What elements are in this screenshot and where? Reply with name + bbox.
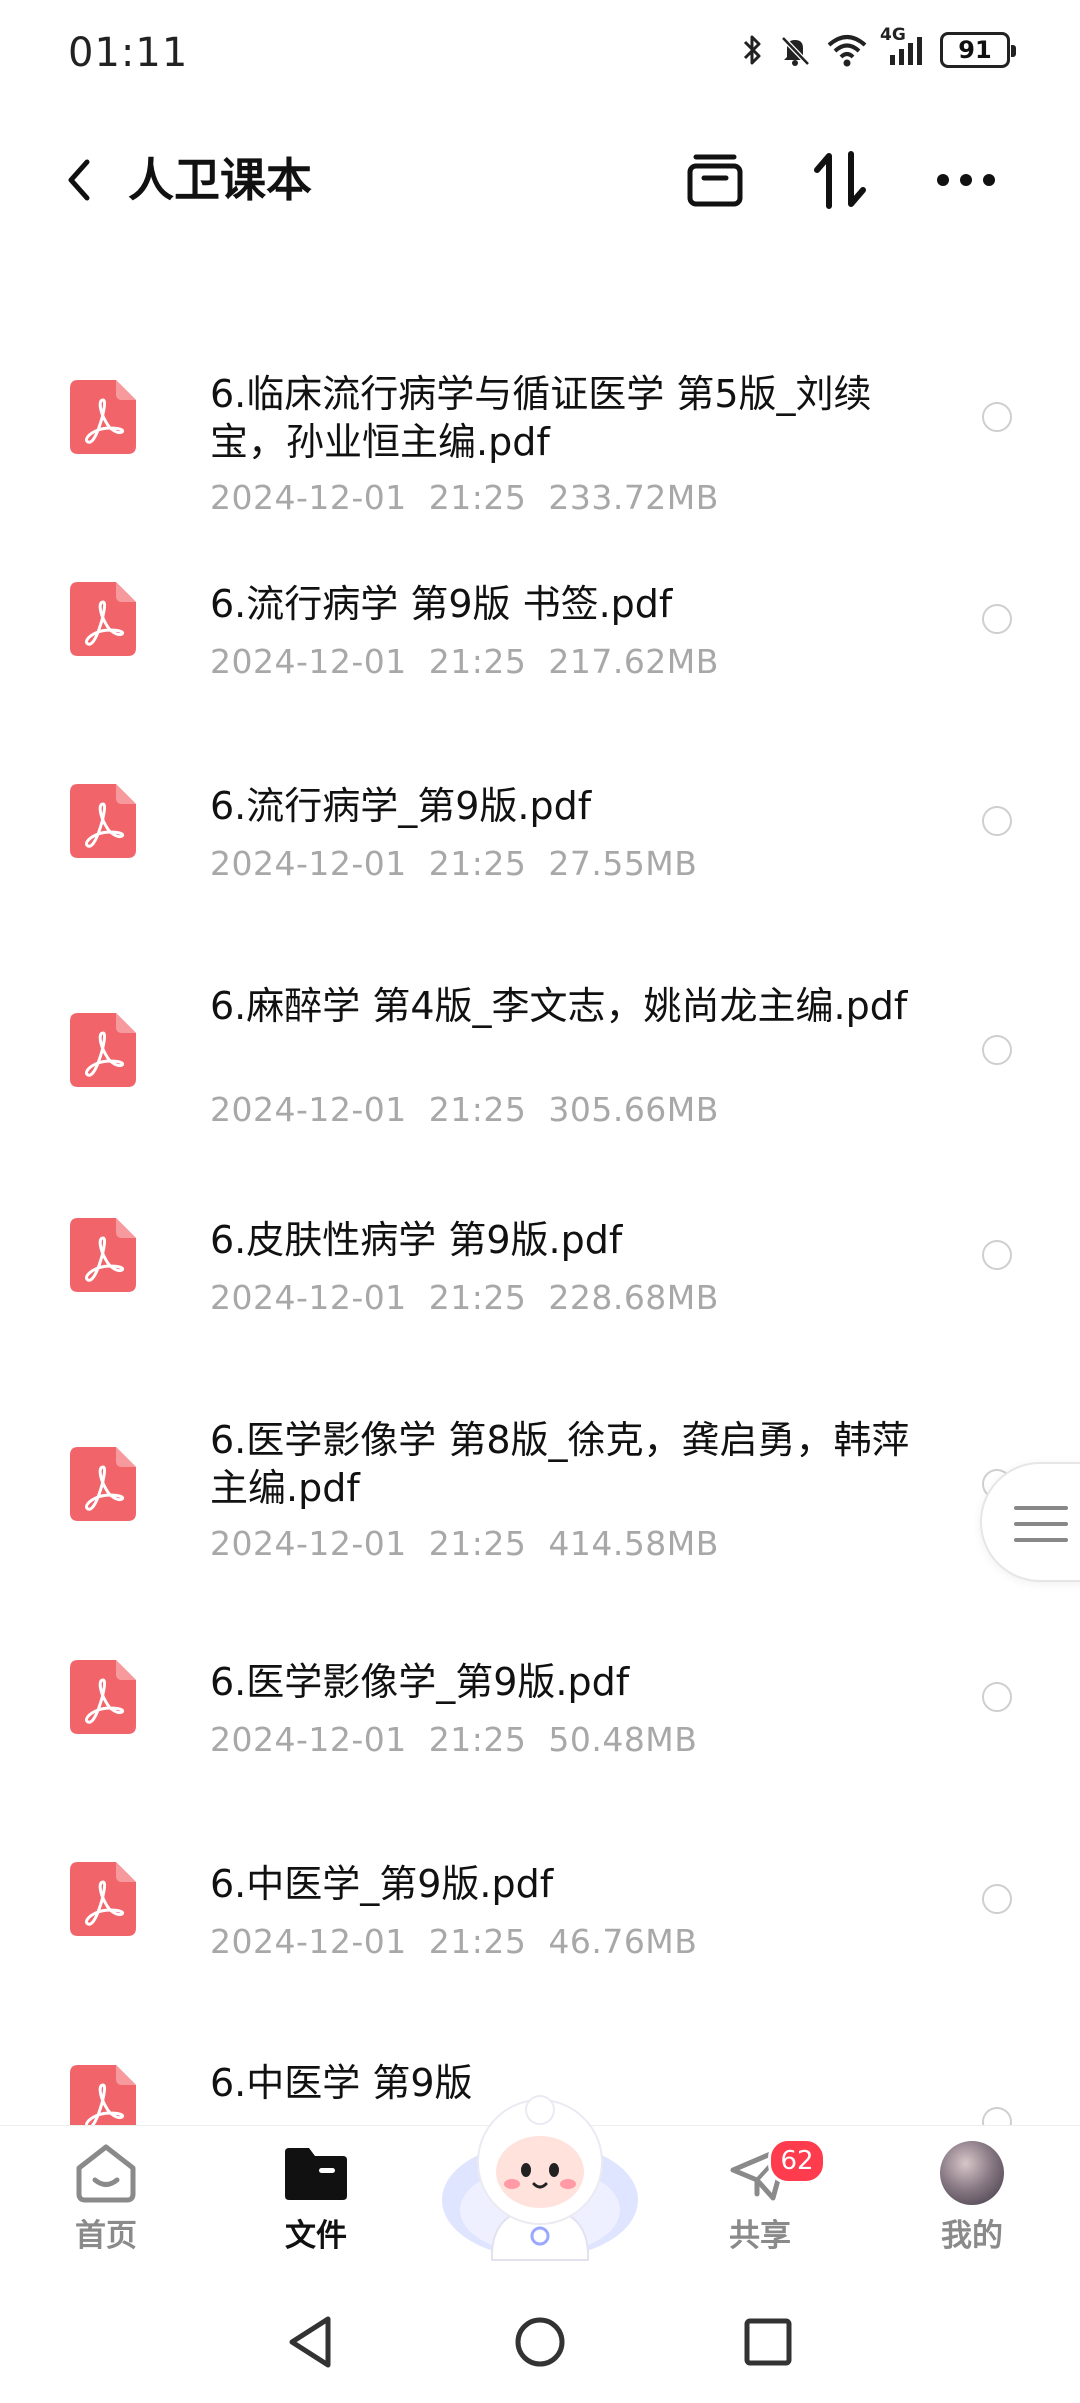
status-bar: 01:11 4G 91 <box>0 0 1080 110</box>
more-icon[interactable] <box>934 148 998 212</box>
pdf-file-icon <box>70 1862 136 1936</box>
nav-files[interactable]: 文件 <box>256 2140 376 2255</box>
file-row[interactable]: 6.皮肤性病学 第9版.pdf 2024-12-01 21:25 228.68M… <box>0 1198 1080 1368</box>
file-row[interactable]: 6.麻醉学 第4版_李文志，姚尚龙主编.pdf 2024-12-01 21:25… <box>0 966 1080 1166</box>
back-icon[interactable] <box>48 150 108 210</box>
header: 人卫课本 <box>0 130 1080 230</box>
file-row[interactable]: 6.流行病学_第9版.pdf 2024-12-01 21:25 27.55MB <box>0 764 1080 934</box>
pdf-file-icon <box>70 2065 136 2125</box>
file-meta: 2024-12-01 21:25 233.72MB <box>210 478 719 517</box>
battery-icon: 91 <box>940 32 1016 68</box>
pdf-file-icon <box>70 1218 136 1292</box>
nav-label: 首页 <box>75 2218 137 2254</box>
select-radio[interactable] <box>982 1884 1012 1914</box>
pdf-file-icon <box>70 784 136 858</box>
recents-square-icon[interactable] <box>733 2307 803 2377</box>
file-meta: 2024-12-01 21:25 46.76MB <box>210 1922 698 1961</box>
avatar <box>940 2141 1004 2205</box>
file-name: 6.医学影像学_第9版.pdf <box>210 1660 630 1704</box>
select-radio[interactable] <box>982 2107 1012 2125</box>
nav-label: 共享 <box>729 2218 791 2254</box>
status-time: 01:11 <box>68 30 189 76</box>
file-row[interactable]: 6.临床流行病学与循证医学 第5版_刘续宝，孙业恒主编.pdf 2024-12-… <box>0 330 1080 530</box>
file-meta: 2024-12-01 21:25 305.66MB <box>210 1090 719 1129</box>
select-radio[interactable] <box>982 806 1012 836</box>
file-name: 6.流行病学 第9版 书签.pdf <box>210 582 673 626</box>
nav-home[interactable]: 首页 <box>46 2140 166 2255</box>
select-radio[interactable] <box>982 1682 1012 1712</box>
pdf-file-icon <box>70 380 136 454</box>
pdf-file-icon <box>70 1013 136 1087</box>
file-name: 6.医学影像学 第8版_徐克，龚启勇，韩萍主编.pdf <box>210 1418 910 1510</box>
file-row[interactable]: 6.医学影像学 第8版_徐克，龚启勇，韩萍主编.pdf 2024-12-01 2… <box>0 1400 1080 1600</box>
select-radio[interactable] <box>982 604 1012 634</box>
status-icons: 4G 91 <box>742 25 1016 68</box>
file-meta: 2024-12-01 21:25 217.62MB <box>210 642 719 681</box>
file-row[interactable]: 6.医学影像学_第9版.pdf 2024-12-01 21:25 50.48MB <box>0 1640 1080 1810</box>
file-row[interactable]: 6.流行病学 第9版 书签.pdf 2024-12-01 21:25 217.6… <box>0 562 1080 732</box>
file-list: 6.临床流行病学与循证医学 第5版_刘续宝，孙业恒主编.pdf 2024-12-… <box>0 300 1080 2125</box>
back-triangle-icon[interactable] <box>275 2307 345 2377</box>
nav-label: 文件 <box>285 2218 347 2254</box>
wifi-icon <box>826 33 868 67</box>
file-meta: 2024-12-01 21:25 27.55MB <box>210 844 698 883</box>
home-icon <box>71 2140 141 2206</box>
mascot-icon[interactable] <box>430 2060 650 2270</box>
bluetooth-icon <box>742 33 764 67</box>
page-title: 人卫课本 <box>128 153 312 207</box>
file-name: 6.临床流行病学与循证医学 第5版_刘续宝，孙业恒主编.pdf <box>210 372 872 464</box>
select-radio[interactable] <box>982 1240 1012 1270</box>
nav-profile[interactable]: 我的 <box>912 2140 1032 2255</box>
menu-lines-icon <box>1014 1506 1068 1542</box>
network-type: 4G <box>880 25 906 45</box>
mute-bell-icon <box>778 33 812 67</box>
file-meta: 2024-12-01 21:25 228.68MB <box>210 1278 719 1317</box>
notification-badge: 62 <box>768 2138 826 2184</box>
folder-icon <box>281 2140 351 2206</box>
file-meta: 2024-12-01 21:25 50.48MB <box>210 1720 698 1759</box>
select-radio[interactable] <box>982 402 1012 432</box>
signal-icon: 4G <box>880 25 926 67</box>
sort-icon[interactable] <box>808 148 872 212</box>
file-name: 6.流行病学_第9版.pdf <box>210 784 592 828</box>
select-radio[interactable] <box>982 1035 1012 1065</box>
pdf-file-icon <box>70 1447 136 1521</box>
system-nav <box>0 2275 1080 2403</box>
nav-share[interactable]: 62 共享 <box>700 2138 826 2255</box>
nav-label: 我的 <box>941 2218 1003 2254</box>
multi-select-icon[interactable] <box>683 148 747 212</box>
pdf-file-icon <box>70 582 136 656</box>
file-name: 6.中医学_第9版.pdf <box>210 1862 554 1906</box>
file-row[interactable]: 6.中医学_第9版.pdf 2024-12-01 21:25 46.76MB <box>0 1842 1080 2012</box>
battery-level: 91 <box>958 36 992 64</box>
file-meta: 2024-12-01 21:25 414.58MB <box>210 1524 719 1563</box>
home-circle-icon[interactable] <box>505 2307 575 2377</box>
pdf-file-icon <box>70 1660 136 1734</box>
file-name: 6.皮肤性病学 第9版.pdf <box>210 1218 623 1262</box>
file-name: 6.麻醉学 第4版_李文志，姚尚龙主编.pdf <box>210 984 908 1028</box>
